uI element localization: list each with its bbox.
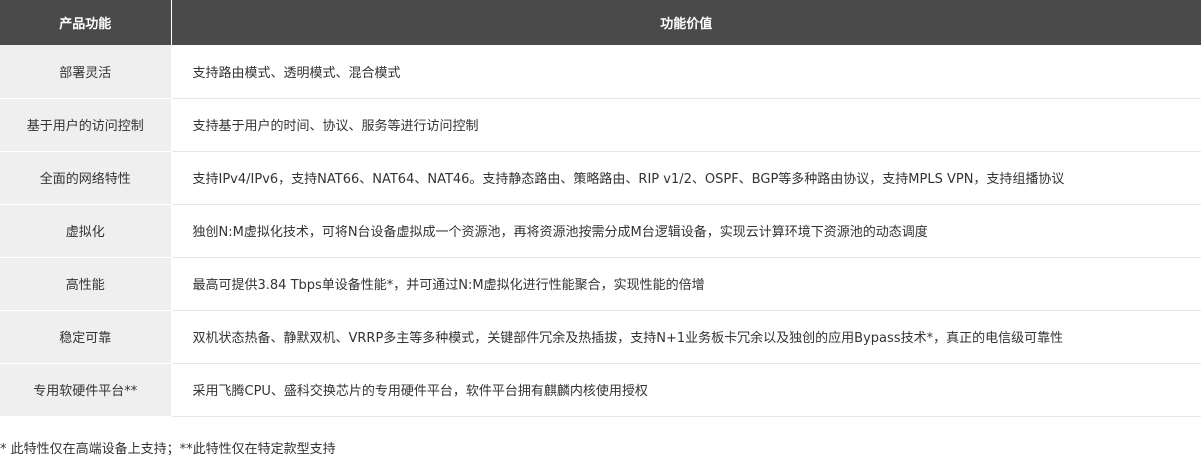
feature-cell: 稳定可靠 [0, 310, 172, 364]
feature-cell: 高性能 [0, 257, 172, 311]
table-row: 专用软硬件平台** 采用飞腾CPU、盛科交换芯片的专用硬件平台，软件平台拥有麒麟… [0, 363, 1201, 417]
value-cell: 双机状态热备、静默双机、VRRP多主等多种模式，关键部件冗余及热插拔，支持N+1… [171, 310, 1201, 364]
value-cell: 独创N:M虚拟化技术，可将N台设备虚拟成一个资源池，再将资源池按需分成M台逻辑设… [171, 204, 1201, 258]
feature-cell: 部署灵活 [0, 45, 172, 99]
table-row: 高性能 最高可提供3.84 Tbps单设备性能*，并可通过N:M虚拟化进行性能聚… [0, 257, 1201, 311]
feature-cell: 全面的网络特性 [0, 151, 172, 205]
feature-cell: 基于用户的访问控制 [0, 98, 172, 152]
table-row: 稳定可靠 双机状态热备、静默双机、VRRP多主等多种模式，关键部件冗余及热插拔，… [0, 310, 1201, 364]
value-cell: 最高可提供3.84 Tbps单设备性能*，并可通过N:M虚拟化进行性能聚合，实现… [171, 257, 1201, 311]
header-row: 产品功能 功能价值 [0, 0, 1201, 45]
header-feature: 产品功能 [0, 0, 172, 45]
table-header: 产品功能 功能价值 [0, 0, 1201, 45]
feature-cell: 专用软硬件平台** [0, 363, 172, 417]
value-cell: 支持基于用户的时间、协议、服务等进行访问控制 [171, 98, 1201, 152]
value-cell: 支持IPv4/IPv6，支持NAT66、NAT64、NAT46。支持静态路由、策… [171, 151, 1201, 205]
page: 产品功能 功能价值 部署灵活 支持路由模式、透明模式、混合模式 基于用户的访问控… [0, 0, 1201, 471]
feature-cell: 虚拟化 [0, 204, 172, 258]
table-body: 部署灵活 支持路由模式、透明模式、混合模式 基于用户的访问控制 支持基于用户的时… [0, 45, 1201, 417]
table-row: 部署灵活 支持路由模式、透明模式、混合模式 [0, 45, 1201, 99]
value-cell: 支持路由模式、透明模式、混合模式 [171, 45, 1201, 99]
feature-table: 产品功能 功能价值 部署灵活 支持路由模式、透明模式、混合模式 基于用户的访问控… [0, 0, 1201, 417]
table-row: 虚拟化 独创N:M虚拟化技术，可将N台设备虚拟成一个资源池，再将资源池按需分成M… [0, 204, 1201, 258]
header-value: 功能价值 [171, 0, 1201, 45]
table-row: 全面的网络特性 支持IPv4/IPv6，支持NAT66、NAT64、NAT46。… [0, 151, 1201, 205]
footnote: * 此特性仅在高端设备上支持；**此特性仅在特定款型支持 [0, 442, 336, 457]
table-row: 基于用户的访问控制 支持基于用户的时间、协议、服务等进行访问控制 [0, 98, 1201, 152]
value-cell: 采用飞腾CPU、盛科交换芯片的专用硬件平台，软件平台拥有麒麟内核使用授权 [171, 363, 1201, 417]
